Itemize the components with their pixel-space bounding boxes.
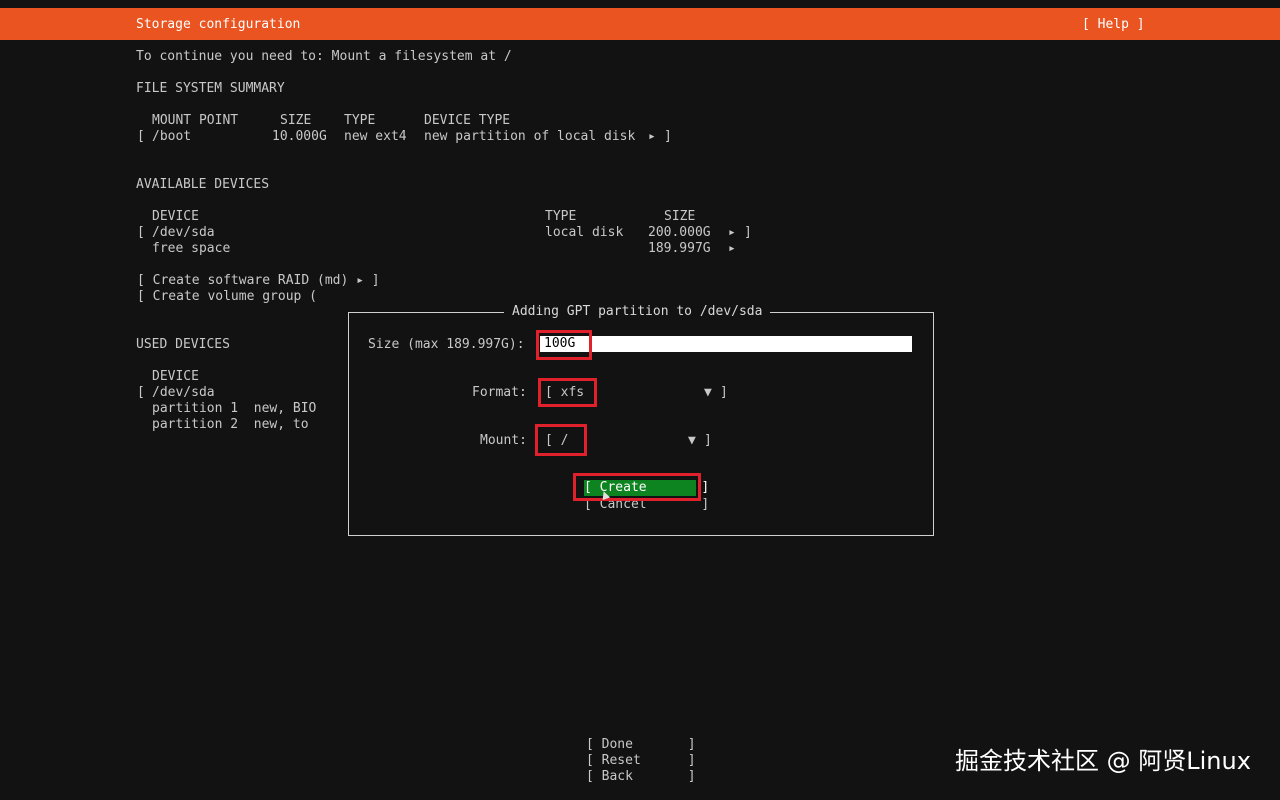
help-button[interactable]: [ Help ] xyxy=(1082,17,1145,33)
row-bracket-close: ] xyxy=(664,129,672,144)
dropdown-arrow-icon[interactable]: ▼ xyxy=(688,433,696,449)
row-bracket-close: ] xyxy=(744,225,752,240)
row-bracket-open: [ xyxy=(137,225,145,240)
col-type: TYPE xyxy=(545,209,577,224)
row-bracket-open: [ xyxy=(137,385,145,400)
select-bracket-close: ] xyxy=(704,433,712,448)
page-title: Storage configuration xyxy=(136,17,301,32)
used-device-sda[interactable]: /dev/sda xyxy=(152,385,215,401)
size-input[interactable]: 100G xyxy=(540,336,912,352)
row-bracket-open: [ xyxy=(137,129,145,144)
available-devices-heading: AVAILABLE DEVICES xyxy=(136,177,270,192)
type-value: new ext4 xyxy=(344,129,407,144)
mount-point-value: /boot xyxy=(152,129,192,144)
used-partition-1[interactable]: partition 1 new, BIO xyxy=(152,401,316,417)
expand-arrow-icon[interactable]: ▸ xyxy=(728,225,736,241)
expand-arrow-icon[interactable]: ▸ xyxy=(648,129,656,145)
col-type: TYPE xyxy=(344,113,376,128)
done-button[interactable]: [ Done ] xyxy=(586,737,696,753)
used-devices-heading: USED DEVICES xyxy=(136,337,230,352)
col-device-type: DEVICE TYPE xyxy=(424,113,511,128)
device-type: local disk xyxy=(545,225,624,240)
highlight-box-size xyxy=(536,330,592,360)
col-size: SIZE xyxy=(280,113,312,128)
expand-arrow-icon[interactable]: ▸ xyxy=(728,241,736,257)
highlight-box-format xyxy=(538,378,597,407)
used-partition-2[interactable]: partition 2 new, to xyxy=(152,417,309,433)
col-size: SIZE xyxy=(664,209,696,224)
free-space-label: free space xyxy=(152,241,231,256)
highlight-box-create xyxy=(573,473,701,501)
back-button[interactable]: [ Back ] xyxy=(586,769,696,785)
col-mount-point: MOUNT POINT xyxy=(152,113,239,128)
device-size: 200.000G xyxy=(648,225,711,240)
device-name: /dev/sda xyxy=(152,225,215,240)
size-value: 10.000G xyxy=(272,129,327,144)
dropdown-arrow-icon[interactable]: ▼ xyxy=(704,385,712,401)
instruction-text: To continue you need to: Mount a filesys… xyxy=(136,49,512,64)
free-space-size: 189.997G xyxy=(648,241,711,256)
create-volume-group-button[interactable]: [ Create volume group ( xyxy=(137,289,317,305)
dialog-title: Adding GPT partition to /dev/sda xyxy=(504,304,771,320)
col-device: DEVICE xyxy=(152,209,199,224)
select-bracket-close: ] xyxy=(720,385,728,400)
create-raid-button[interactable]: [ Create software RAID (md) ▸ ] xyxy=(137,273,380,289)
col-device: DEVICE xyxy=(152,369,199,384)
highlight-box-mount xyxy=(535,424,587,456)
title-bar: Storage configuration [ Help ] xyxy=(0,8,1280,40)
reset-button[interactable]: [ Reset ] xyxy=(586,753,696,769)
mount-label: Mount: xyxy=(480,433,527,448)
watermark-text: 掘金技术社区 @ 阿贤Linux xyxy=(955,747,1251,775)
format-label: Format: xyxy=(472,385,527,400)
size-label: Size (max 189.997G): xyxy=(368,337,525,352)
fs-summary-heading: FILE SYSTEM SUMMARY xyxy=(136,81,285,96)
device-type-value: new partition of local disk xyxy=(424,129,636,144)
